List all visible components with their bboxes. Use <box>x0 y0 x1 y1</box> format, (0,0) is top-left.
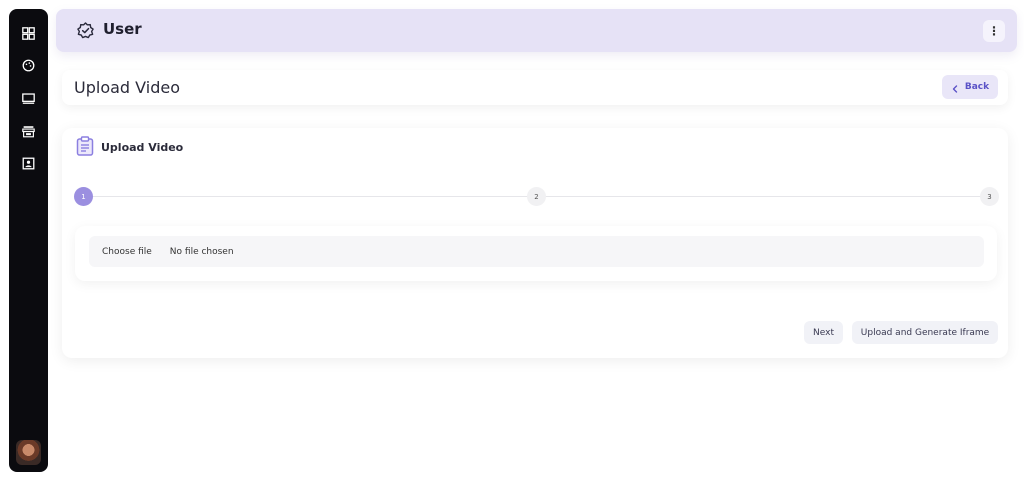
back-button-label: Back <box>964 82 990 92</box>
store-icon[interactable] <box>20 123 37 140</box>
video-file-input[interactable]: Choose file No file chosen <box>89 236 984 267</box>
palette-icon[interactable] <box>20 57 37 74</box>
verified-badge-icon <box>77 22 94 39</box>
page-title: Upload Video <box>74 78 180 97</box>
page-header: Upload Video Back <box>62 70 1008 105</box>
kebab-menu-icon: ⋮ <box>988 24 1000 38</box>
upload-generate-iframe-button[interactable]: Upload and Generate Iframe <box>852 321 998 344</box>
monitor-icon[interactable] <box>20 90 37 107</box>
contact-card-icon[interactable] <box>20 155 37 172</box>
header-title: User <box>103 20 142 38</box>
more-options-button[interactable]: ⋮ <box>983 20 1005 42</box>
clipboard-icon <box>76 136 94 156</box>
avatar[interactable] <box>16 440 41 465</box>
chevron-left-icon <box>951 78 959 97</box>
top-bar: User ⋮ <box>56 9 1017 52</box>
back-button[interactable]: Back <box>942 75 998 99</box>
next-button[interactable]: Next <box>804 321 843 344</box>
step-1[interactable]: 1 <box>74 187 93 206</box>
file-upload-panel: Choose file No file chosen <box>75 226 997 281</box>
sidebar <box>9 9 48 472</box>
choose-file-button[interactable]: Choose file <box>102 247 152 257</box>
upload-card: Upload Video 1 2 3 Choose file No file c… <box>62 128 1008 358</box>
card-title: Upload Video <box>101 141 184 154</box>
dashboard-icon[interactable] <box>20 25 37 42</box>
file-status-text: No file chosen <box>169 246 234 257</box>
step-2[interactable]: 2 <box>527 187 546 206</box>
step-3[interactable]: 3 <box>980 187 999 206</box>
